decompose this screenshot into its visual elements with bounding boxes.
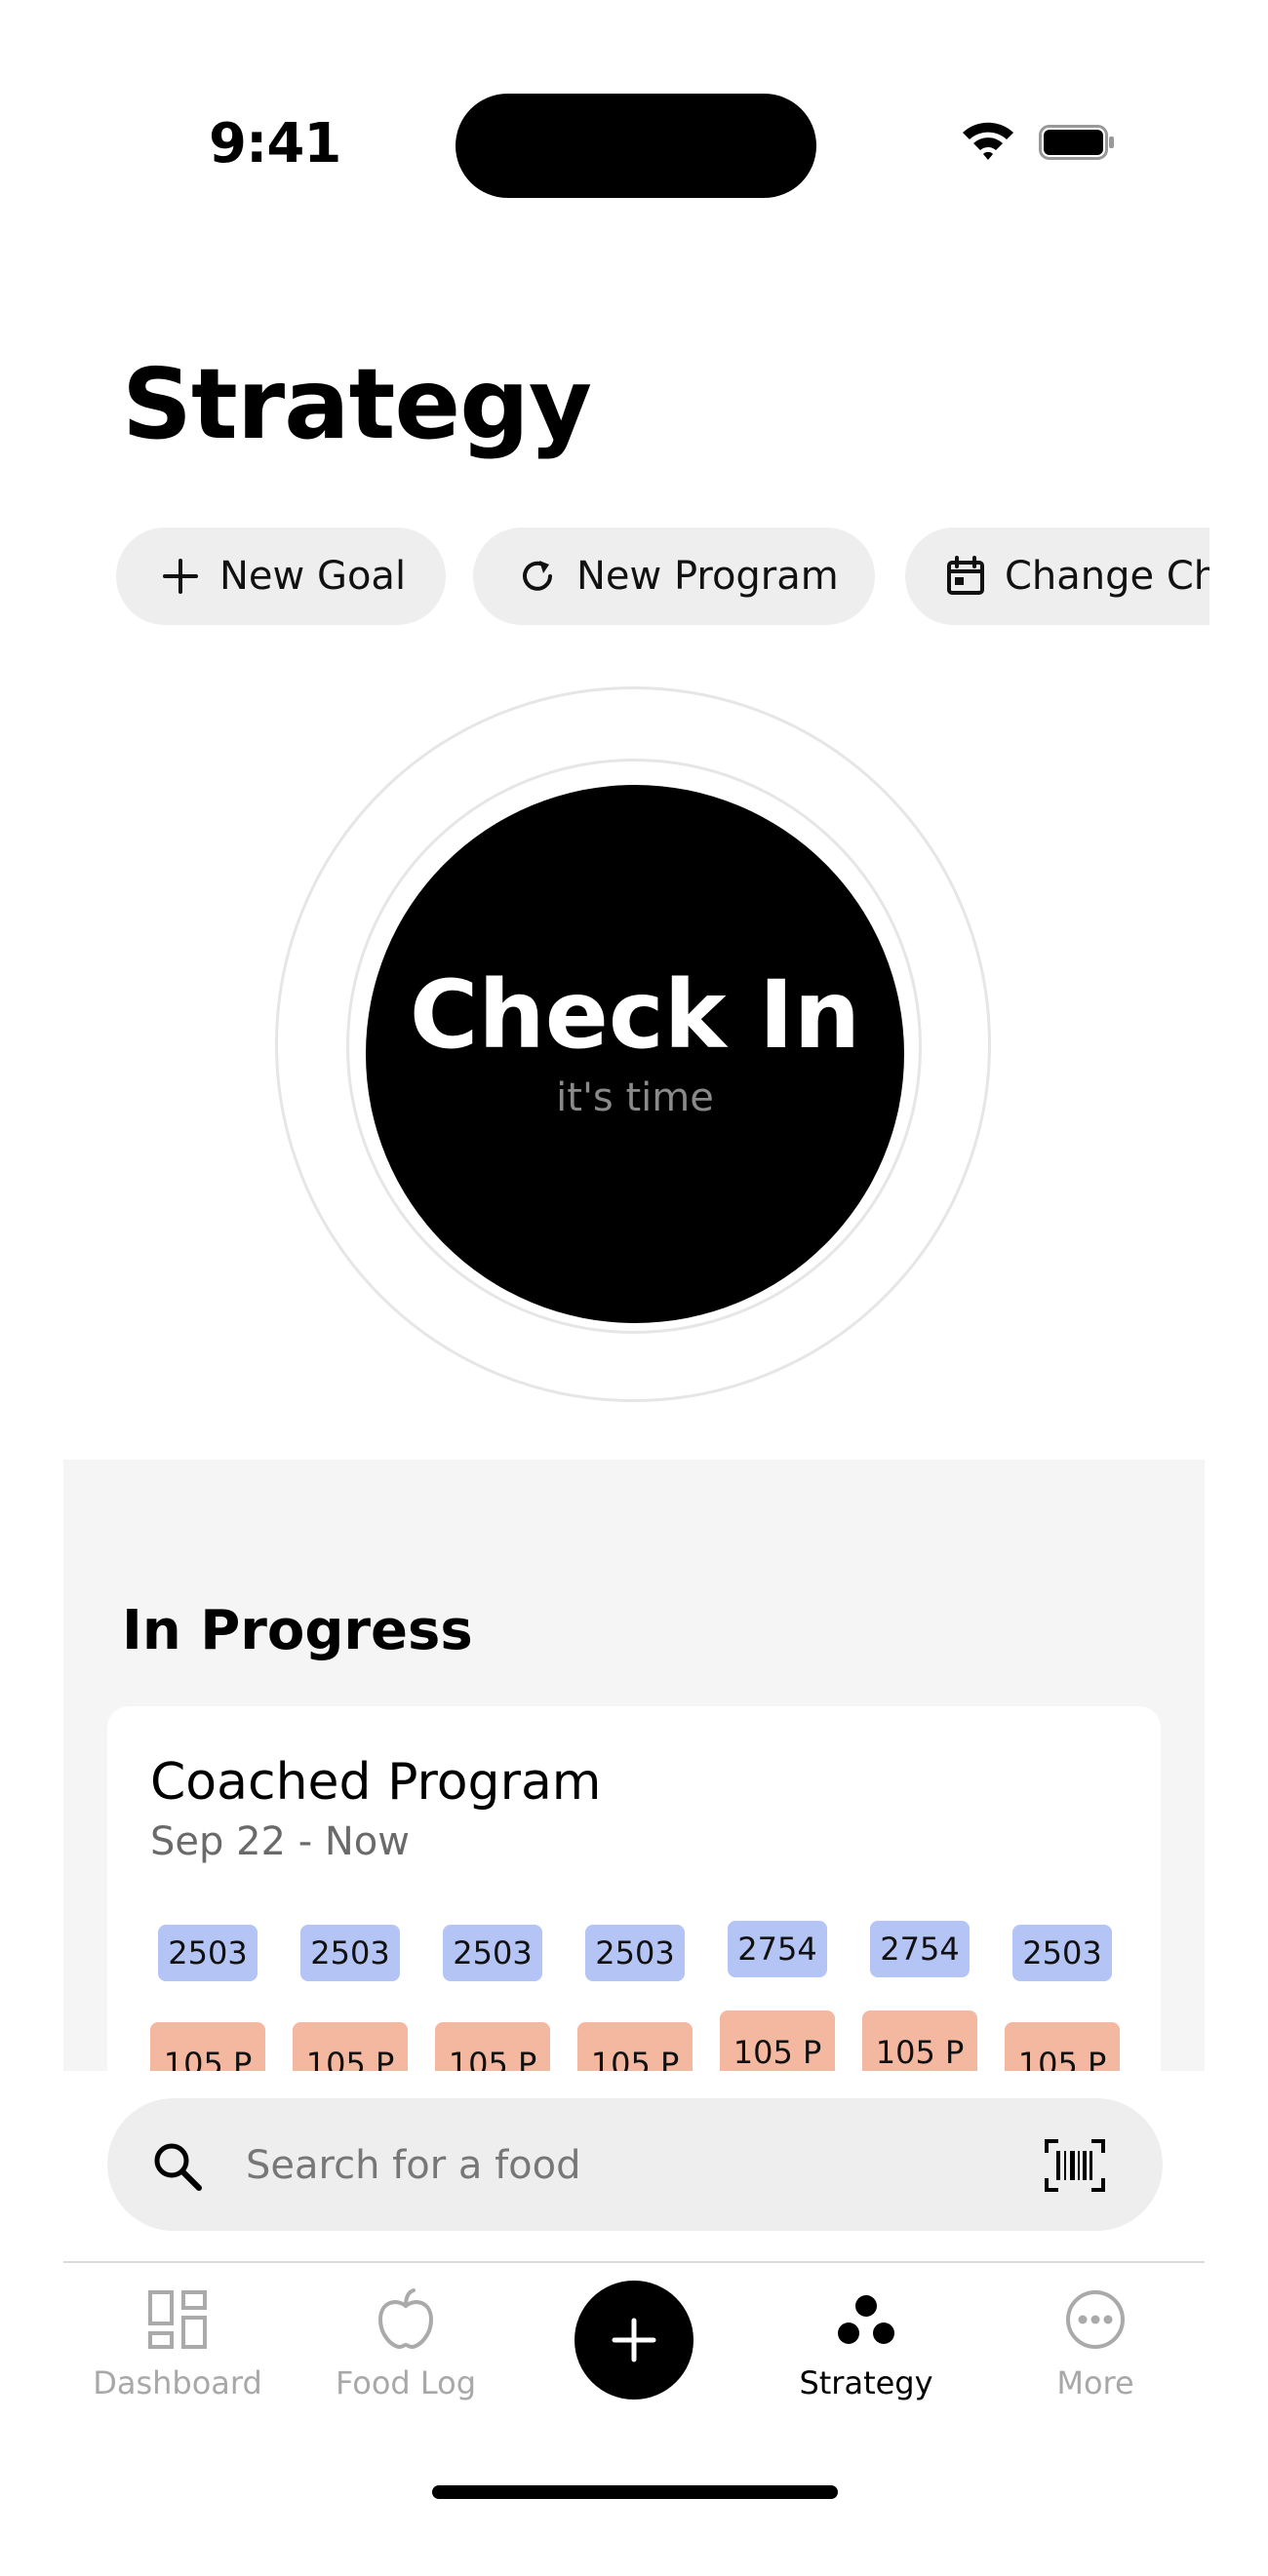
plus-icon (163, 559, 198, 594)
tab-food-log[interactable]: Food Log (298, 2286, 513, 2413)
apple-icon (377, 2288, 434, 2350)
in-progress-title: In Progress (122, 1599, 473, 1662)
tab-more-label: More (1056, 2364, 1134, 2401)
calorie-chip: 2503 (443, 1925, 542, 1981)
calorie-chip: 2503 (1012, 1925, 1112, 1981)
dynamic-island (456, 94, 816, 198)
search-input[interactable] (244, 2135, 989, 2196)
tab-bar-divider (63, 2261, 1205, 2263)
barcode-scan-icon[interactable] (1044, 2137, 1106, 2194)
calorie-chip: 2754 (870, 1921, 970, 1977)
battery-icon (1039, 125, 1114, 160)
check-in-label: Check In (409, 960, 861, 1070)
status-time: 9:41 (209, 112, 341, 176)
change-check-in-label: Change Check-In (1005, 554, 1209, 599)
strategy-icon (838, 2295, 894, 2344)
program-name: Coached Program (150, 1753, 602, 1812)
action-chip-row: New Goal New Program Change Check-In (63, 524, 1209, 627)
add-button[interactable] (575, 2281, 693, 2400)
dashboard-icon (148, 2290, 207, 2349)
calendar-icon (947, 556, 984, 595)
check-in-sublabel: it's time (556, 1075, 714, 1120)
tab-more[interactable]: More (988, 2286, 1203, 2413)
calorie-chip: 2754 (728, 1921, 827, 1977)
new-program-button[interactable]: New Program (473, 527, 875, 625)
new-program-label: New Program (576, 554, 839, 599)
plus-icon (612, 2318, 656, 2362)
tab-food-log-label: Food Log (335, 2364, 477, 2401)
more-icon (1066, 2290, 1125, 2349)
program-dates: Sep 22 - Now (150, 1819, 410, 1864)
refresh-icon (523, 561, 552, 591)
check-in-button[interactable]: Check In it's time (366, 785, 904, 1323)
search-icon (154, 2143, 202, 2191)
home-indicator (432, 2485, 838, 2499)
new-goal-button[interactable]: New Goal (116, 527, 446, 625)
tab-strategy-label: Strategy (799, 2364, 933, 2401)
change-check-in-button[interactable]: Change Check-In (905, 527, 1209, 625)
calorie-chip: 2503 (585, 1925, 685, 1981)
tab-dashboard-label: Dashboard (93, 2364, 262, 2401)
page-title: Strategy (122, 347, 592, 461)
wifi-icon (963, 122, 1013, 160)
calorie-chip: 2503 (158, 1925, 258, 1981)
new-goal-label: New Goal (219, 554, 407, 599)
tab-strategy[interactable]: Strategy (759, 2286, 973, 2413)
calorie-chip: 2503 (300, 1925, 400, 1981)
tab-dashboard[interactable]: Dashboard (70, 2286, 285, 2413)
